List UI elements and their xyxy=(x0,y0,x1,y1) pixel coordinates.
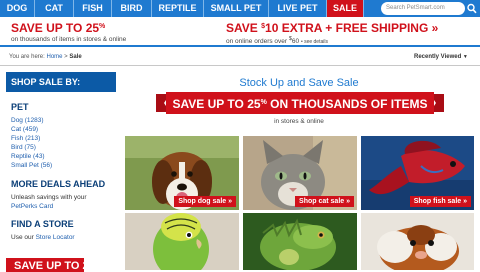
nav-fish[interactable]: FISH xyxy=(74,0,112,17)
sidebar-item-small-pet[interactable]: Small Pet (56) xyxy=(11,162,52,169)
promo-left-subtext: on thousands of items in stores & online xyxy=(11,36,127,43)
bird-sale-tile[interactable] xyxy=(125,213,239,270)
store-locator-link[interactable]: Store Locator xyxy=(36,234,75,241)
chevron-down-icon: ▼ xyxy=(462,54,468,60)
search-button[interactable] xyxy=(466,2,478,15)
sidebar-pet-heading: PET xyxy=(11,102,29,112)
breadcrumb-current: Sale xyxy=(69,54,82,60)
sidebar-item-fish[interactable]: Fish (213) xyxy=(11,135,40,142)
shop-dog-sale-button[interactable]: Shop dog sale » xyxy=(174,196,236,207)
nav-cat[interactable]: CAT xyxy=(35,0,74,17)
shop-cat-sale-button[interactable]: Shop cat sale » xyxy=(295,196,354,207)
sidebar: SHOP SALE BY: PET Dog (1283) Cat (459) F… xyxy=(6,72,116,272)
shop-fish-sale-button[interactable]: Shop fish sale » xyxy=(409,196,471,207)
breadcrumb: You are here: Home > Sale xyxy=(9,54,82,60)
sidebar-item-bird[interactable]: Bird (75) xyxy=(11,144,36,151)
nav-small-pet[interactable]: SMALL PET xyxy=(204,0,269,17)
promo-strip: SAVE UP TO 25% on thousands of items in … xyxy=(0,17,480,45)
guinea-pig-photo xyxy=(361,213,474,270)
nav-live-pet[interactable]: LIVE PET xyxy=(269,0,327,17)
search-input[interactable]: Search PetSmart.com xyxy=(381,2,465,15)
petperks-card-link[interactable]: PetPerks Card xyxy=(11,203,53,210)
dog-sale-tile[interactable]: Shop dog sale » xyxy=(125,136,239,210)
breadcrumb-home[interactable]: Home xyxy=(46,54,62,60)
sidebar-deals-heading: MORE DEALS AHEAD xyxy=(11,179,106,189)
sidebar-deals-text: Unleash savings with your xyxy=(11,194,87,201)
sidebar-store-heading: FIND A STORE xyxy=(11,219,74,229)
sidebar-title: SHOP SALE BY: xyxy=(6,72,116,92)
bird-photo xyxy=(125,213,239,270)
sidebar-item-dog[interactable]: Dog (1283) xyxy=(11,117,44,124)
arrow-icon: » xyxy=(431,21,439,35)
sidebar-item-reptile[interactable]: Reptile (43) xyxy=(11,153,45,160)
nav-reptile[interactable]: REPTILE xyxy=(152,0,204,17)
nav-dog[interactable]: DOG xyxy=(0,0,35,17)
content-divider xyxy=(0,65,480,66)
cat-sale-tile[interactable]: Shop cat sale » xyxy=(243,136,357,210)
small-pet-sale-tile[interactable] xyxy=(361,213,474,270)
promo-left[interactable]: SAVE UP TO 25% on thousands of items in … xyxy=(11,20,126,44)
sidebar-store-text: Use our Store Locator xyxy=(11,234,75,241)
sale-banner: SAVE UP TO 25% ON THOUSANDS OF ITEMS xyxy=(156,92,444,114)
promo-right[interactable]: SAVE $10 EXTRA + FREE SHIPPING » on onli… xyxy=(226,20,438,47)
fish-sale-tile[interactable]: Shop fish sale » xyxy=(361,136,474,210)
sidebar-item-cat[interactable]: Cat (459) xyxy=(11,126,38,133)
promo-divider xyxy=(0,45,480,47)
promo-right-headline: SAVE $10 EXTRA + FREE SHIPPING » xyxy=(226,21,439,35)
banner-headline: SAVE UP TO 25% ON THOUSANDS OF ITEMS xyxy=(172,97,428,111)
reptile-photo xyxy=(243,213,357,270)
search-icon xyxy=(467,3,477,14)
banner-subtext: in stores & online xyxy=(274,118,324,125)
page-title: Stock Up and Save Sale xyxy=(239,77,359,89)
promo-left-headline: SAVE UP TO 25% xyxy=(11,21,106,35)
nav-bird[interactable]: BIRD xyxy=(112,0,152,17)
reptile-sale-tile[interactable] xyxy=(243,213,357,270)
nav-sale[interactable]: SALE xyxy=(327,0,364,17)
sort-dropdown[interactable]: Recently Viewed ▼ xyxy=(414,54,468,60)
